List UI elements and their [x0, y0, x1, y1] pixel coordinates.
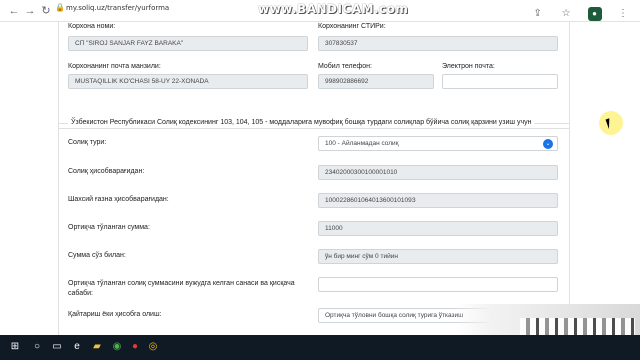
company-name-field[interactable]: СП "SIROJ SANJAR FAYZ BARAKA" — [68, 36, 308, 51]
email-field[interactable] — [442, 74, 558, 89]
address-field[interactable]: MUSTAQILLIK KO'CHASI 58-UY 22-XONADA — [68, 74, 308, 89]
share-icon[interactable]: ⇪ — [531, 7, 545, 21]
amount-words-label: Сумма сўз билан: — [68, 252, 126, 259]
back-icon[interactable]: ← — [6, 3, 22, 19]
phone-field[interactable]: 998902886692 — [318, 74, 434, 89]
tax-type-label: Солиқ тури: — [68, 139, 107, 146]
tax-account-field[interactable]: 23402000300100001010 — [318, 165, 558, 180]
task-view-icon[interactable]: ▭ — [50, 340, 64, 354]
bandicam-icon[interactable]: ● — [128, 340, 142, 354]
chrome-active-icon[interactable]: ◎ — [146, 340, 160, 354]
personal-account-field[interactable]: 100022860106401360010109З — [318, 193, 558, 208]
menu-icon[interactable]: ⋮ — [616, 7, 630, 21]
search-icon[interactable]: ○ — [30, 340, 44, 354]
personal-account-label: Шахсий ғазна ҳисобварағидан: — [68, 196, 169, 203]
chrome-icon[interactable]: ◉ — [110, 340, 124, 354]
tax-account-label: Солиқ ҳисобварағидан: — [68, 168, 145, 175]
overpaid-label: Ортиқча тўланган сумма: — [68, 224, 150, 231]
fieldset-legend: Ўзбекистон Республикаси Солиқ кодексинин… — [68, 119, 535, 126]
email-label: Электрон почта: — [442, 63, 495, 70]
lock-icon[interactable]: 🔒 — [55, 3, 65, 12]
refund-label: Қайтариш ёки ҳисобга олиш: — [68, 311, 162, 318]
recording-watermark: www.BANDICAM.com — [258, 2, 409, 16]
company-tin-label: Корхонанинг СТИРи: — [318, 23, 386, 30]
edge-icon[interactable]: e — [70, 340, 84, 354]
page-content: Корхона номи: СП "SIROJ SANJAR FAYZ BARA… — [0, 22, 640, 335]
reload-icon[interactable]: ↻ — [38, 3, 54, 19]
company-name-label: Корхона номи: — [68, 23, 116, 30]
address-label: Корхонанинг почта манзили: — [68, 63, 161, 70]
tax-type-value: 100 - Айланмадан солиқ — [325, 140, 399, 147]
forward-icon[interactable]: → — [22, 3, 38, 19]
browser-toolbar: ← → ↻ 🔒 my.soliq.uz/transfer/yurforma ww… — [0, 0, 640, 22]
date-reason-label: Ортиқча тўланган солиқ суммасини вужудга… — [68, 280, 295, 297]
address-bar[interactable]: my.soliq.uz/transfer/yurforma — [66, 4, 169, 12]
browser-actions: ⇪ ☆ ● ⋮ — [521, 3, 630, 21]
tax-type-select[interactable]: 100 - Айланмадан солиқ ⌄ — [318, 136, 558, 151]
profile-avatar[interactable]: ● — [587, 7, 602, 21]
star-icon[interactable]: ☆ — [559, 7, 573, 21]
overpaid-field[interactable]: 11000 — [318, 221, 558, 236]
amount-words-field[interactable]: ўн бир минг сўм 0 тийин — [318, 249, 558, 264]
phone-label: Мобил телефон: — [318, 63, 372, 70]
taskbar: ⊞ ○ ▭ e ▰ ◉ ● ◎ — [0, 335, 640, 360]
file-explorer-icon[interactable]: ▰ — [90, 340, 104, 354]
chevron-down-icon: ⌄ — [543, 139, 553, 149]
date-reason-field[interactable] — [318, 277, 558, 292]
windows-start-icon[interactable]: ⊞ — [8, 340, 22, 354]
company-tin-field[interactable]: 307830537 — [318, 36, 558, 51]
